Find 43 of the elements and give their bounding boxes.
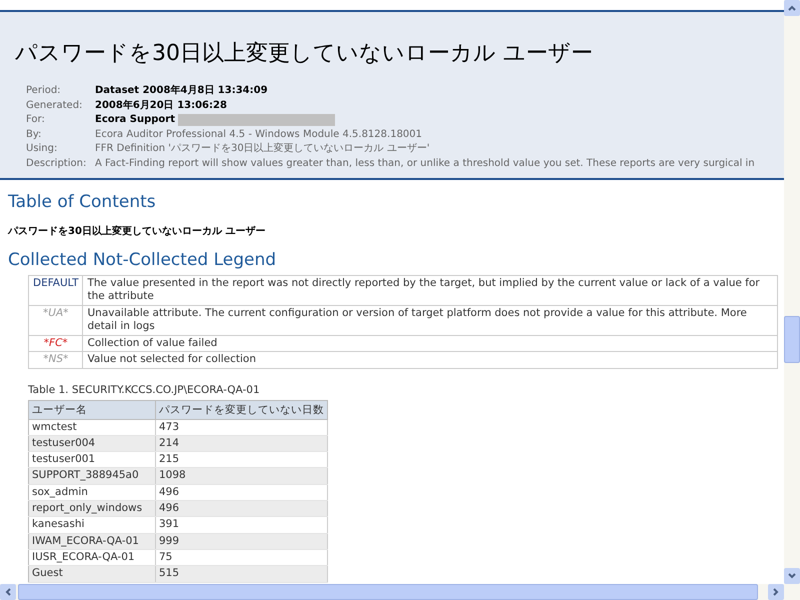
table-cell: kanesashi: [28, 516, 156, 534]
table-cell: 391: [156, 516, 328, 534]
column-header: ユーザー名: [28, 400, 156, 420]
legend-description: Collection of value failed: [82, 335, 778, 352]
scrollbar-thumb[interactable]: [784, 316, 800, 363]
legend-code: *UA*: [28, 305, 83, 336]
legend-description: Value not selected for collection: [82, 352, 778, 368]
table-cell: Guest: [28, 566, 156, 582]
meta-label: Using:: [26, 142, 58, 156]
meta-value: Ecora Support: [95, 113, 176, 128]
table-cell: wmctest: [28, 419, 156, 436]
legend-code: *NS*: [28, 352, 83, 368]
toc-link[interactable]: パスワードを30日以上変更していないローカル ユーザー: [8, 224, 784, 238]
meta-value: Dataset 2008年4月8日 13:34:09: [95, 84, 268, 98]
meta-label: Period:: [26, 84, 62, 98]
meta-value: 2008年6月20日 13:06:28: [95, 98, 227, 113]
table-caption: Table 1. SECURITY.KCCS.CO.JP\ECORA-QA-01: [28, 384, 261, 396]
table-cell: 515: [156, 566, 328, 582]
vertical-scrollbar[interactable]: [784, 0, 800, 584]
section-heading: Collected Not-Collected Legend: [8, 250, 278, 270]
meta-value: FFR Definition 'パスワードを30日以上変更していないローカル ユーザー': [95, 142, 430, 156]
legend-description: The value presented in the report was not directly reported by the target, but implied by the current value or lack of a value for the attribute: [82, 275, 778, 306]
report-title: パスワードを30日以上変更していないローカル ユーザー: [15, 40, 594, 68]
legend-code: DEFAULT: [28, 275, 83, 306]
table-cell: 473: [156, 419, 328, 436]
meta-label: Description:: [26, 156, 88, 171]
table-cell: 496: [156, 500, 328, 517]
table-cell: report_only_windows: [28, 500, 156, 517]
table-cell: 214: [156, 435, 328, 452]
table-cell: 999: [156, 533, 328, 550]
section-heading: Table of Contents: [8, 192, 157, 212]
meta-label: By:: [26, 128, 42, 142]
meta-label: For:: [26, 113, 46, 128]
meta-label: Generated:: [26, 98, 84, 113]
table-cell: 1098: [156, 468, 328, 484]
table-cell: IWAM_ECORA-QA-01: [28, 533, 156, 550]
column-header: パスワードを変更していない日数: [156, 400, 328, 420]
table-cell: SUPPORT_388945a0: [28, 468, 156, 484]
meta-value: A Fact-Finding report will show values greater than, less than, or unlike a threshold value you set. These reports are very surgical in: [95, 156, 755, 171]
legend-code: *FC*: [28, 335, 83, 352]
legend-description: Unavailable attribute. The current configuration or version of target platform does not provide a value for this attribute. More detail in logs: [82, 305, 778, 336]
meta-value: Ecora Auditor Professional 4.5 - Windows Module 4.5.8128.18001: [95, 128, 422, 142]
table-cell: testuser004: [28, 435, 156, 452]
